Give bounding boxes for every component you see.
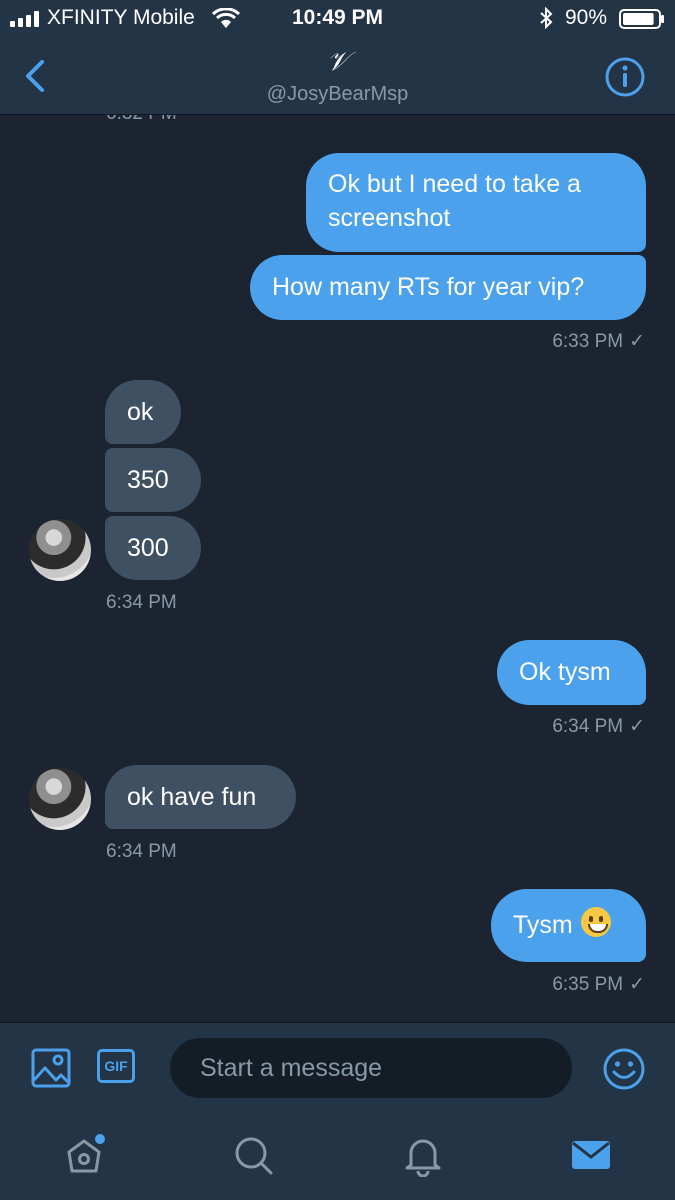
messages-icon[interactable] [569, 1133, 613, 1177]
gif-button[interactable]: GIF [97, 1049, 135, 1083]
message-text: Ok tysm [519, 658, 611, 686]
battery-percent: 90% [565, 6, 608, 29]
sent-check-icon: ✓ [629, 331, 645, 352]
grinning-face-emoji-icon [580, 907, 611, 937]
message-text: How many RTs for year vip? [272, 273, 585, 301]
search-icon[interactable] [231, 1133, 275, 1177]
info-icon[interactable] [604, 56, 646, 98]
message-timestamp: 6:34 PM [106, 841, 177, 862]
notifications-icon[interactable] [401, 1133, 445, 1177]
message-timestamp: 6:33 PM ✓ [552, 331, 645, 352]
message-timestamp: 6:35 PM ✓ [552, 974, 645, 995]
message-text-line: screenshot [328, 204, 451, 232]
home-icon[interactable] [63, 1133, 107, 1177]
outgoing-message[interactable]: How many RTs for year vip? [250, 255, 646, 320]
message-thread[interactable]: 6:32 PM Ok but I need to take a screensh… [0, 115, 675, 1022]
message-text: ok [127, 398, 154, 426]
incoming-message[interactable]: ok have fun [105, 765, 296, 829]
message-text: ok have fun [127, 783, 257, 811]
tab-bar [0, 1117, 675, 1200]
message-text: Tysm [513, 911, 573, 939]
image-icon[interactable] [30, 1047, 72, 1089]
message-timestamp: 6:32 PM [106, 115, 177, 125]
message-input[interactable] [170, 1038, 572, 1098]
incoming-message[interactable]: ok [105, 380, 181, 444]
avatar[interactable] [29, 519, 91, 581]
outgoing-message[interactable]: Ok tysm [497, 640, 646, 705]
contact-name[interactable]: 𝒱 [0, 48, 675, 76]
message-text: 300 [127, 534, 169, 562]
notification-dot [95, 1134, 105, 1144]
message-composer: GIF [0, 1022, 675, 1118]
message-timestamp: 6:34 PM [106, 592, 177, 613]
incoming-message[interactable]: 300 [105, 516, 201, 580]
message-text-line: Ok but I need to take a [328, 170, 581, 198]
sent-check-icon: ✓ [629, 716, 645, 737]
battery-icon [619, 9, 664, 29]
incoming-message[interactable]: 350 [105, 448, 201, 512]
conversation-header: 𝒱 @JosyBearMsp [0, 38, 675, 115]
avatar[interactable] [29, 768, 91, 830]
outgoing-message[interactable]: Tysm [491, 889, 646, 962]
sent-check-icon: ✓ [629, 974, 645, 995]
outgoing-message[interactable]: Ok but I need to take a screenshot [306, 153, 646, 252]
bluetooth-icon [540, 7, 553, 29]
message-timestamp: 6:34 PM ✓ [552, 716, 645, 737]
message-text: 350 [127, 466, 169, 494]
contact-handle[interactable]: @JosyBearMsp [0, 82, 675, 106]
status-bar: XFINITY Mobile 10:49 PM 90% [0, 0, 675, 38]
emoji-icon[interactable] [602, 1047, 646, 1091]
